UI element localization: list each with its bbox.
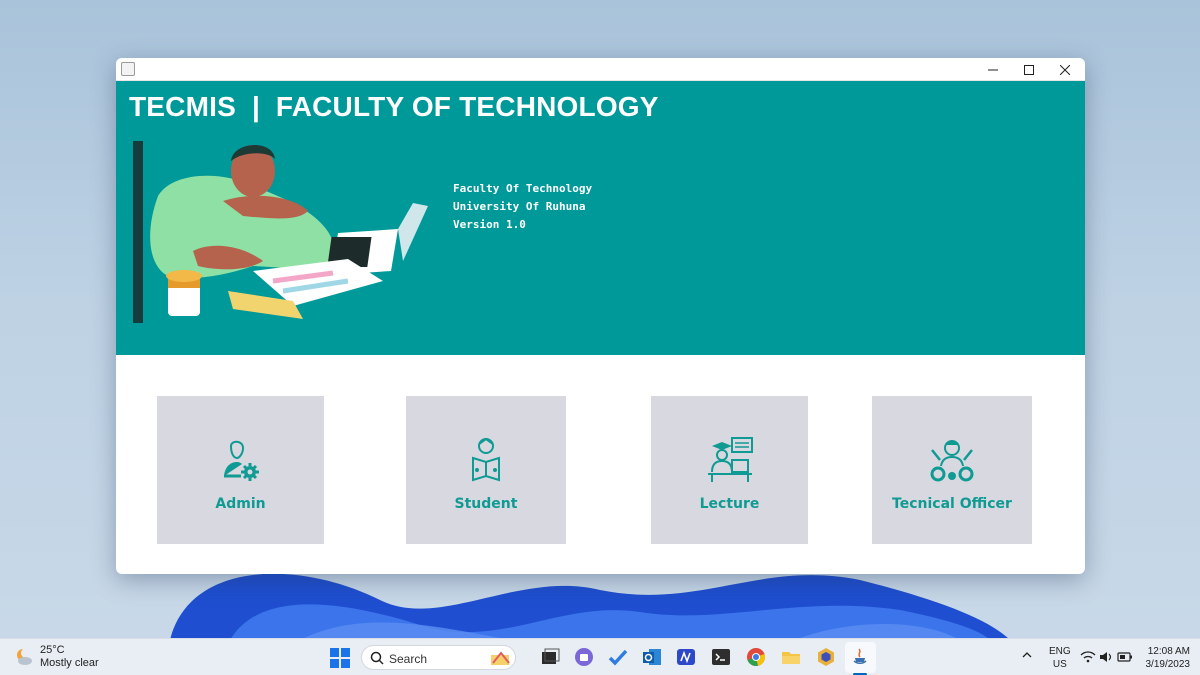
taskbar: 25°C Mostly clear Search ENG US 12:08 AM…	[0, 638, 1200, 675]
outlook-icon[interactable]	[641, 646, 663, 668]
volume-icon	[1100, 652, 1112, 662]
page-title: TECMIS | FACULTY OF TECHNOLOGY	[129, 91, 659, 122]
info-version: Version 1.0	[453, 218, 526, 231]
todo-icon[interactable]	[607, 646, 629, 668]
tecmis-window: TECMIS | FACULTY OF TECHNOLOGY Faculty O…	[116, 58, 1085, 574]
info-university: University Of Ruhuna	[453, 200, 586, 213]
admin-card[interactable]: Admin	[157, 396, 324, 544]
weather-widget[interactable]: 25°C Mostly clear	[14, 644, 99, 670]
task-view-icon[interactable]	[539, 646, 561, 668]
technical-officer-label: Tecnical Officer	[892, 496, 1012, 512]
java-app-icon[interactable]	[849, 646, 871, 668]
search-label: Search	[389, 652, 428, 666]
lecture-card[interactable]: Lecture	[651, 396, 808, 544]
region-code: US	[1052, 659, 1067, 670]
close-button[interactable]	[1047, 58, 1083, 81]
windows-start-icon[interactable]	[330, 648, 350, 668]
system-tray-icons[interactable]	[1080, 650, 1134, 664]
student-label: Student	[454, 496, 518, 512]
minimize-icon	[988, 69, 998, 70]
teams-icon[interactable]	[573, 646, 595, 668]
chevron-up-icon[interactable]	[1022, 651, 1032, 659]
language-code: ENG	[1049, 646, 1071, 657]
clock[interactable]: 12:08 AM 3/19/2023	[1144, 645, 1191, 671]
clock-date: 3/19/2023	[1145, 659, 1191, 670]
admin-settings-icon	[223, 440, 259, 481]
wifi-icon	[1080, 651, 1096, 663]
search-icon	[370, 651, 384, 665]
admin-label: Admin	[215, 496, 266, 512]
lecture-label: Lecture	[699, 496, 760, 512]
window-titlebar	[116, 58, 1085, 81]
technical-officer-card[interactable]: Tecnical Officer	[872, 396, 1032, 544]
technician-gears-icon	[930, 440, 974, 482]
search-highlight-icon	[491, 651, 510, 665]
terminal-icon[interactable]	[710, 646, 732, 668]
dev-app-icon[interactable]	[815, 646, 837, 668]
clock-time: 12:08 AM	[1147, 646, 1190, 657]
chrome-icon[interactable]	[745, 646, 767, 668]
header-banner: TECMIS | FACULTY OF TECHNOLOGY Faculty O…	[116, 81, 1085, 355]
language-indicator[interactable]: ENG US	[1049, 645, 1071, 671]
weather-condition: Mostly clear	[40, 657, 99, 669]
maximize-button[interactable]	[1011, 58, 1047, 81]
student-laptop-illustration	[133, 141, 428, 323]
close-icon	[1060, 64, 1070, 75]
taskbar-search[interactable]: Search	[361, 645, 516, 670]
minimize-button[interactable]	[975, 58, 1011, 81]
lecturer-board-icon	[707, 437, 753, 482]
student-card[interactable]: Student	[406, 396, 566, 544]
app-info: Faculty Of Technology University Of Ruhu…	[453, 180, 592, 234]
file-explorer-icon[interactable]	[780, 646, 802, 668]
mail-app-icon[interactable]	[675, 646, 697, 668]
student-reading-icon	[472, 437, 500, 482]
java-icon	[121, 62, 135, 76]
moon-cloud-icon	[17, 648, 32, 665]
weather-temp: 25°C	[40, 644, 65, 656]
info-faculty: Faculty Of Technology	[453, 182, 593, 195]
battery-icon	[1117, 652, 1132, 662]
maximize-icon	[1024, 64, 1034, 75]
